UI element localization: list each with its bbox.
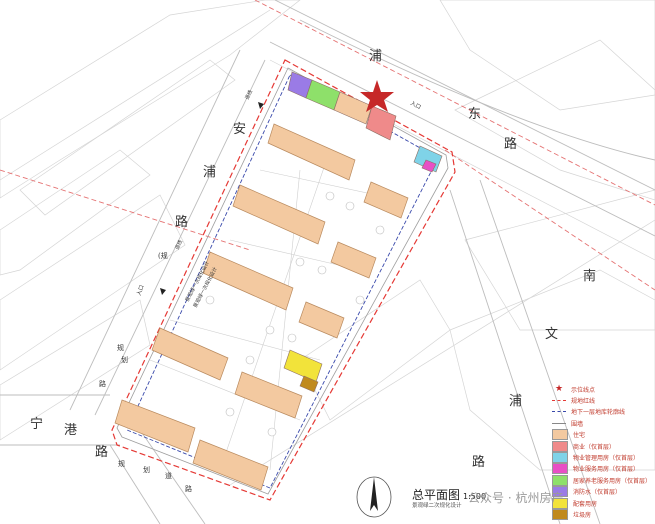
road-label-north: 浦 bbox=[369, 49, 382, 64]
legend-label: 围墙 bbox=[571, 420, 584, 428]
commercial-block bbox=[365, 105, 397, 141]
road-label-stub-west: (规 bbox=[158, 251, 168, 260]
legend-label: 示位线点 bbox=[571, 386, 596, 394]
road-label-west: 安 bbox=[233, 122, 246, 137]
elderly-service-block bbox=[305, 79, 341, 111]
legend-item: 垃圾房 bbox=[548, 508, 655, 520]
road-label-south-west: 宁 bbox=[30, 416, 43, 432]
drawing-title: 总平面图 bbox=[412, 488, 461, 502]
legend-item: 配套用房 bbox=[548, 497, 655, 509]
legend-label: 规地红线 bbox=[571, 397, 596, 405]
legend-label: 住宅 bbox=[573, 432, 586, 440]
redline-dashes bbox=[0, 0, 655, 291]
road-label-north-east: 路 bbox=[504, 136, 517, 152]
road-label-east: 文 bbox=[545, 327, 558, 342]
road-label-south-west: 路 bbox=[95, 444, 108, 460]
legend-item: 商业（仅首层） bbox=[548, 440, 655, 452]
road-label-west: 浦 bbox=[203, 165, 216, 180]
residential-building-8 bbox=[298, 301, 345, 339]
residential-building-10 bbox=[363, 181, 409, 219]
road-label-south-west: 港 bbox=[64, 423, 77, 438]
residential-building-7 bbox=[234, 371, 303, 419]
color-swatch bbox=[552, 508, 568, 520]
legend: ★ 示位线点规地红线地下一层地库轮廓线 围墙住宅商业（仅首层） 物业管理用房（仅首层）… bbox=[548, 383, 655, 524]
legend-label: 商业（仅首层） bbox=[573, 443, 616, 451]
drawing-subtitle: 景观绿二次规化设计 bbox=[412, 503, 462, 509]
legend-item: 地下一层地库轮廓线 bbox=[548, 406, 655, 418]
gate-label-west: 入口 bbox=[135, 284, 145, 297]
legend-label: 消防水（仅首层） bbox=[573, 489, 622, 497]
legend-item: 物业管理用房（仅首层） bbox=[548, 451, 655, 463]
legend-item: 居家养老服务用房（仅首层） bbox=[548, 474, 655, 486]
support-room-block bbox=[283, 349, 323, 383]
setback-note-north: 退线 bbox=[243, 89, 254, 101]
road-label-south-small: 道 bbox=[165, 471, 172, 480]
entrance-arrow-icon bbox=[160, 288, 166, 295]
road-label-south-small: 划 bbox=[143, 465, 150, 474]
road-label-east: 南 bbox=[583, 268, 596, 284]
north-arrow-icon bbox=[356, 476, 392, 518]
legend-label: 地下一层地库轮廓线 bbox=[571, 409, 626, 417]
legend-item: 规地红线 bbox=[548, 394, 655, 406]
road-label-south-small: 路 bbox=[185, 484, 192, 493]
road-label-west-small: 规 bbox=[117, 343, 124, 352]
dashed-line-icon bbox=[552, 399, 566, 401]
residential-building-5 bbox=[114, 399, 196, 453]
road-label-north-east: 东 bbox=[468, 107, 481, 122]
road-label-west: 路 bbox=[175, 214, 188, 230]
color-swatch bbox=[552, 440, 568, 452]
internal-paths bbox=[149, 149, 401, 471]
road-label-east: 浦 bbox=[509, 394, 522, 409]
legend-item: 物业服务用房（仅首层） bbox=[548, 463, 655, 475]
residential-building-2 bbox=[232, 184, 326, 245]
residential-building-9 bbox=[330, 241, 377, 279]
road-label-south-small: 规 bbox=[118, 459, 125, 468]
residential-buildings bbox=[114, 123, 409, 491]
road-label-east: 路 bbox=[472, 454, 485, 470]
legend-label: 物业管理用房（仅首层） bbox=[573, 454, 640, 462]
color-swatch bbox=[552, 463, 568, 475]
road-label-west-small: 划 bbox=[121, 355, 128, 364]
legend-label: 居家养老服务用房（仅首层） bbox=[573, 477, 652, 485]
legend-label: 配套用房 bbox=[573, 500, 598, 508]
wall-line-icon bbox=[552, 422, 566, 424]
residential-building-3 bbox=[202, 251, 294, 311]
legend-item: ★ 示位线点 bbox=[548, 383, 655, 395]
legend-label: 垃圾房 bbox=[573, 511, 592, 519]
watermark: 公众号 · 杭州房产 bbox=[468, 491, 564, 505]
gate-label-north: 入口 bbox=[409, 100, 422, 111]
legend-label: 物业服务用房（仅首层） bbox=[573, 466, 640, 474]
legend-item: 消防水（仅首层） bbox=[548, 486, 655, 498]
color-swatch bbox=[552, 451, 568, 463]
residential-building-1 bbox=[267, 123, 356, 181]
color-swatch bbox=[552, 474, 568, 486]
legend-item: 围墙 bbox=[548, 417, 655, 429]
road-label-stub-south: 路 bbox=[99, 379, 106, 388]
legend-item: 住宅 bbox=[548, 429, 655, 441]
color-swatch bbox=[552, 429, 568, 441]
star-icon: ★ bbox=[554, 383, 564, 394]
residential-building-4 bbox=[151, 327, 229, 381]
residential-building-6 bbox=[192, 439, 269, 491]
dashed-line-icon bbox=[552, 411, 566, 413]
